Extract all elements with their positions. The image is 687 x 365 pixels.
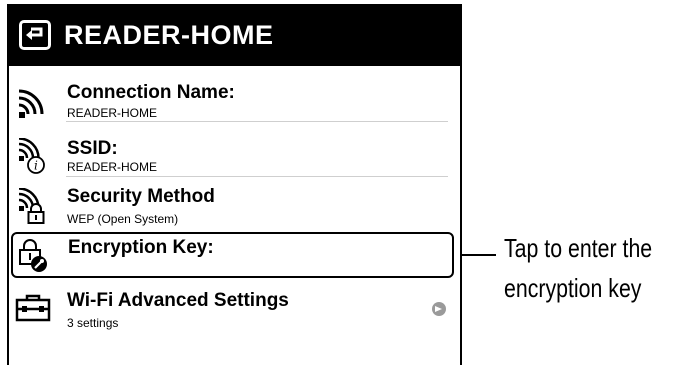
toolbox-icon [15, 294, 51, 322]
wifi-advanced-settings-label: Wi-Fi Advanced Settings [67, 290, 289, 311]
callout-text: Tap to enter the encryption key [504, 228, 654, 308]
back-return-icon [26, 27, 43, 40]
wifi-lock-icon [18, 188, 45, 224]
callout-line-1: Tap to enter the [504, 233, 653, 263]
svg-text:i: i [34, 159, 38, 173]
callout-line-2: encryption key [504, 273, 642, 303]
encryption-key-label: Encryption Key: [68, 237, 214, 258]
connection-name-value: READER-HOME [67, 106, 158, 120]
wifi-signal-icon [18, 89, 44, 118]
ssid-value: READER-HOME [67, 160, 158, 174]
wifi-advanced-settings-value: 3 settings [67, 316, 119, 330]
wifi-info-icon: i [18, 138, 45, 174]
page-title: READER-HOME [64, 20, 274, 50]
encryption-key-row[interactable]: Encryption Key: [11, 232, 454, 278]
security-method-label: Security Method [67, 186, 215, 207]
wifi-advanced-settings-row[interactable]: Wi-Fi Advanced Settings 3 settings [9, 284, 460, 334]
ssid-row[interactable]: i SSID: READER-HOME [9, 128, 460, 178]
title-bar: READER-HOME [9, 6, 460, 66]
lock-key-icon [19, 239, 47, 272]
device-screen: READER-HOME Connection Name: READER-HOME… [7, 4, 462, 365]
security-method-value: WEP (Open System) [67, 212, 179, 226]
connection-name-label: Connection Name: [67, 82, 235, 103]
arrow-right-icon[interactable] [432, 302, 446, 316]
divider [66, 176, 448, 177]
divider [66, 121, 448, 122]
security-method-row[interactable]: Security Method WEP (Open System) [9, 180, 460, 230]
callout-line [462, 254, 496, 256]
connection-name-row[interactable]: Connection Name: READER-HOME [9, 74, 460, 124]
ssid-label: SSID: [67, 138, 118, 159]
back-button[interactable] [19, 20, 51, 50]
